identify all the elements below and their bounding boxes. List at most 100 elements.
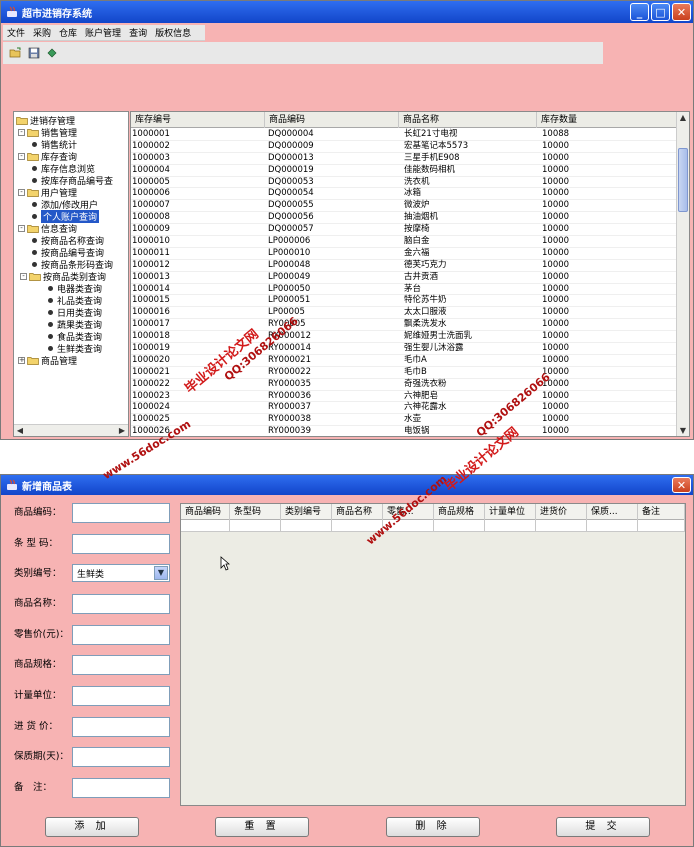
save-icon[interactable]: [27, 47, 40, 60]
table-row[interactable]: 1000007 DQ000055 微波炉 10000: [131, 200, 677, 213]
column-header-stock-qty[interactable]: 库存数量: [537, 112, 677, 128]
grid-column-header[interactable]: 零售...: [383, 504, 434, 520]
table-row[interactable]: 1000011 LP000010 金六福 10000: [131, 248, 677, 260]
column-header-product-name[interactable]: 商品名称: [399, 112, 537, 128]
scrollbar-thumb[interactable]: [678, 148, 688, 212]
collapse-icon[interactable]: -: [20, 272, 27, 280]
open-folder-icon[interactable]: [9, 47, 22, 60]
tree-item[interactable]: - 信息查询: [18, 222, 77, 235]
collapse-icon[interactable]: -: [18, 188, 25, 196]
maximize-button[interactable]: □: [651, 3, 670, 21]
table-row[interactable]: 1000015 LP000051 特伦苏牛奶 10000: [131, 295, 677, 308]
grid-column-header[interactable]: 保质...: [587, 504, 638, 520]
tree-item[interactable]: 库存信息浏览: [20, 162, 95, 175]
menu-query[interactable]: 查询: [125, 26, 151, 39]
add-button[interactable]: 添 加: [45, 817, 139, 837]
table-row[interactable]: 1000016 LP00005 太太口服液 10000: [131, 307, 677, 320]
minimize-button[interactable]: _: [630, 3, 649, 21]
grid-cell[interactable]: [587, 520, 638, 532]
table-row[interactable]: 1000023 RY000036 六神肥皂 10000: [131, 391, 677, 403]
tree-horizontal-scrollbar[interactable]: ◀ ▶: [14, 424, 128, 436]
menu-warehouse[interactable]: 仓库: [55, 26, 81, 39]
table-row[interactable]: 1000006 DQ000054 冰箱 10000: [131, 188, 677, 201]
tree-item[interactable]: 礼品类查询: [36, 294, 102, 307]
tree-item[interactable]: 食品类查询: [36, 330, 102, 343]
tree-item[interactable]: 按商品条形码查询: [20, 258, 113, 271]
grid-column-header[interactable]: 商品规格: [434, 504, 485, 520]
table-row[interactable]: 1000022 RY000035 奇强洗衣粉 10000: [131, 379, 677, 391]
text-field[interactable]: [72, 594, 170, 614]
table-row[interactable]: 1000026 RY000039 电饭锅 10000: [131, 426, 677, 436]
text-field[interactable]: [72, 534, 170, 554]
scroll-down-icon[interactable]: ▼: [677, 425, 689, 436]
tree-item[interactable]: 进销存管理: [16, 114, 75, 127]
table-row[interactable]: 1000013 LP000049 古井贡酒 10000: [131, 272, 677, 284]
table-vertical-scrollbar[interactable]: ▲ ▼: [676, 112, 689, 436]
tree-item[interactable]: - 用户管理: [18, 186, 77, 199]
tree-item[interactable]: 按库存商品编号查: [20, 174, 113, 187]
grid-column-header[interactable]: 计量单位: [485, 504, 536, 520]
grid-column-header[interactable]: 商品编码: [181, 504, 230, 520]
grid-cell[interactable]: [332, 520, 383, 532]
scroll-right-icon[interactable]: ▶: [116, 425, 128, 436]
table-row[interactable]: 1000001 DQ000004 长虹21寸电视 10088: [131, 129, 677, 141]
tree-item[interactable]: - 销售管理: [18, 126, 77, 139]
column-header-product-code[interactable]: 商品编码: [265, 112, 399, 128]
grid-cell[interactable]: [434, 520, 485, 532]
menu-copyright[interactable]: 版权信息: [151, 26, 195, 39]
table-row[interactable]: 1000018 RY000012 妮维娅男士洗面乳 10000: [131, 331, 677, 344]
tree-item[interactable]: 按商品编号查询: [20, 246, 104, 259]
refresh-icon[interactable]: [45, 47, 58, 60]
text-field[interactable]: [72, 686, 170, 706]
grid-column-header[interactable]: 条型码: [230, 504, 281, 520]
scroll-left-icon[interactable]: ◀: [14, 425, 26, 436]
grid-cell[interactable]: [181, 520, 230, 532]
menu-file[interactable]: 文件: [3, 26, 29, 39]
tree-item[interactable]: - 库存查询: [18, 150, 77, 163]
tree-item[interactable]: + 商品管理: [18, 354, 77, 367]
menu-account-management[interactable]: 账户管理: [81, 26, 125, 39]
text-field[interactable]: [72, 625, 170, 645]
tree-item[interactable]: 个人账户查询: [20, 209, 100, 223]
table-row[interactable]: 1000012 LP000048 德芙巧克力 10000: [131, 260, 677, 272]
collapse-icon[interactable]: -: [18, 224, 25, 232]
table-row[interactable]: 1000002 DQ000009 宏基笔记本5573 10000: [131, 141, 677, 153]
grid-column-header[interactable]: 备注: [638, 504, 685, 520]
text-field[interactable]: [72, 655, 170, 675]
table-row[interactable]: 1000017 RY00005 飘柔洗发水 10000: [131, 319, 677, 332]
table-row[interactable]: 1000021 RY000022 毛巾B 10000: [131, 367, 677, 379]
menu-purchase[interactable]: 采购: [29, 26, 55, 39]
submit-button[interactable]: 提 交: [556, 817, 650, 837]
table-row[interactable]: 1000004 DQ000019 佳能数码相机 10000: [131, 165, 677, 177]
column-header-stock-id[interactable]: 库存编号: [131, 112, 265, 128]
table-row[interactable]: 1000010 LP000006 脑白金 10000: [131, 236, 677, 248]
chevron-down-icon[interactable]: ▼: [154, 566, 168, 580]
tree-item[interactable]: 销售统计: [20, 138, 77, 151]
expand-icon[interactable]: +: [18, 356, 25, 364]
table-row[interactable]: 1000005 DQ000053 洗衣机 10000: [131, 177, 677, 189]
delete-button[interactable]: 删 除: [386, 817, 480, 837]
tree-item[interactable]: 生鲜类查询: [36, 342, 102, 355]
grid-cell[interactable]: [485, 520, 536, 532]
scroll-up-icon[interactable]: ▲: [677, 112, 689, 123]
tree-item[interactable]: - 按商品类别查询: [20, 270, 106, 283]
category-select[interactable]: 生鲜类 ▼: [72, 564, 170, 582]
collapse-icon[interactable]: -: [18, 152, 25, 160]
dialog-titlebar[interactable]: 新增商品表 ✕: [1, 475, 693, 495]
grid-column-header[interactable]: 商品名称: [332, 504, 383, 520]
collapse-icon[interactable]: -: [18, 128, 25, 136]
table-row[interactable]: 1000025 RY000038 水壶 10000: [131, 414, 677, 427]
tree-item[interactable]: 日用类查询: [36, 306, 102, 319]
table-row[interactable]: 1000024 RY000037 六神花露水 10000: [131, 402, 677, 415]
grid-cell[interactable]: [383, 520, 434, 532]
text-field[interactable]: [72, 778, 170, 798]
grid-cell[interactable]: [638, 520, 685, 532]
text-field[interactable]: [72, 717, 170, 737]
table-row[interactable]: 1000003 DQ000013 三星手机E908 10000: [131, 153, 677, 165]
dialog-close-button[interactable]: ✕: [672, 477, 691, 493]
reset-button[interactable]: 重 置: [215, 817, 309, 837]
grid-cell[interactable]: [536, 520, 587, 532]
table-row[interactable]: 1000020 RY000021 毛巾A 10000: [131, 355, 677, 367]
grid-row[interactable]: [181, 520, 685, 532]
table-row[interactable]: 1000019 RY000014 强生婴儿沐浴露 10000: [131, 343, 677, 355]
